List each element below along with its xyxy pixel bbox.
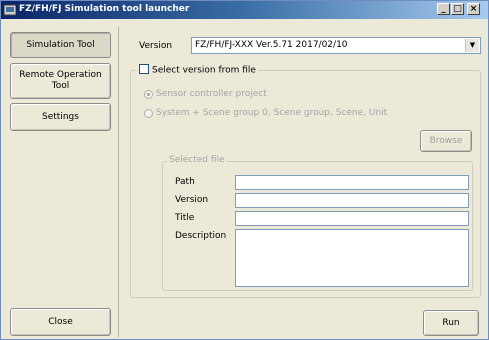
radio-system-scene-group-label[interactable]: System + Scene group 0, Scene group, Sce… — [156, 108, 387, 118]
run-button-label: Run — [442, 317, 460, 328]
path-field[interactable] — [235, 175, 469, 190]
path-label: Path — [175, 177, 195, 187]
sidebar-item-remote-operation-tool[interactable]: Remote Operation Tool — [10, 63, 111, 99]
radio-sensor-controller-project[interactable] — [144, 90, 153, 99]
sidebar-item-label: Simulation Tool — [26, 39, 95, 50]
browse-button-label: Browse — [429, 135, 463, 146]
maximize-button[interactable]: □ — [451, 3, 464, 15]
file-version-field[interactable] — [235, 193, 469, 208]
description-label: Description — [175, 231, 227, 241]
version-select[interactable]: FZ/FH/FJ-XXX Ver.5.71 2017/02/10 ▼ — [191, 37, 481, 54]
version-label: Version — [139, 41, 173, 51]
file-version-label: Version — [175, 195, 209, 205]
browse-button[interactable]: Browse — [420, 130, 472, 152]
select-from-file-checkbox[interactable] — [139, 64, 149, 74]
close-button[interactable]: Close — [10, 308, 111, 336]
version-select-value: FZ/FH/FJ-XXX Ver.5.71 2017/02/10 — [195, 40, 348, 50]
description-field[interactable] — [235, 229, 469, 287]
radio-system-scene-group[interactable] — [144, 109, 153, 118]
chevron-down-icon[interactable]: ▼ — [465, 39, 479, 52]
app-icon — [4, 4, 16, 16]
sidebar-item-label: Remote Operation Tool — [19, 70, 102, 91]
sidebar-item-label: Settings — [42, 111, 79, 122]
sidebar-item-simulation-tool[interactable]: Simulation Tool — [10, 32, 111, 58]
select-from-file-label[interactable]: Select version from file — [152, 66, 256, 76]
sidebar-divider — [118, 27, 119, 337]
close-button-label: Close — [48, 316, 73, 327]
title-field[interactable] — [235, 211, 469, 226]
sidebar-item-settings[interactable]: Settings — [10, 103, 111, 131]
radio-sensor-controller-project-label[interactable]: Sensor controller project — [156, 89, 267, 99]
select-from-file-legend: Select version from file — [137, 64, 258, 77]
title-bar[interactable]: FZ/FH/FJ Simulation tool launcher _ □ × — [1, 1, 488, 19]
window-title: FZ/FH/FJ Simulation tool launcher — [19, 4, 190, 14]
run-button[interactable]: Run — [423, 310, 479, 336]
selected-file-legend: Selected file — [167, 155, 227, 165]
minimize-button[interactable]: _ — [437, 3, 450, 15]
launcher-window: FZ/FH/FJ Simulation tool launcher _ □ × … — [0, 0, 489, 340]
close-window-button[interactable]: × — [467, 3, 480, 15]
title-label: Title — [175, 213, 195, 223]
